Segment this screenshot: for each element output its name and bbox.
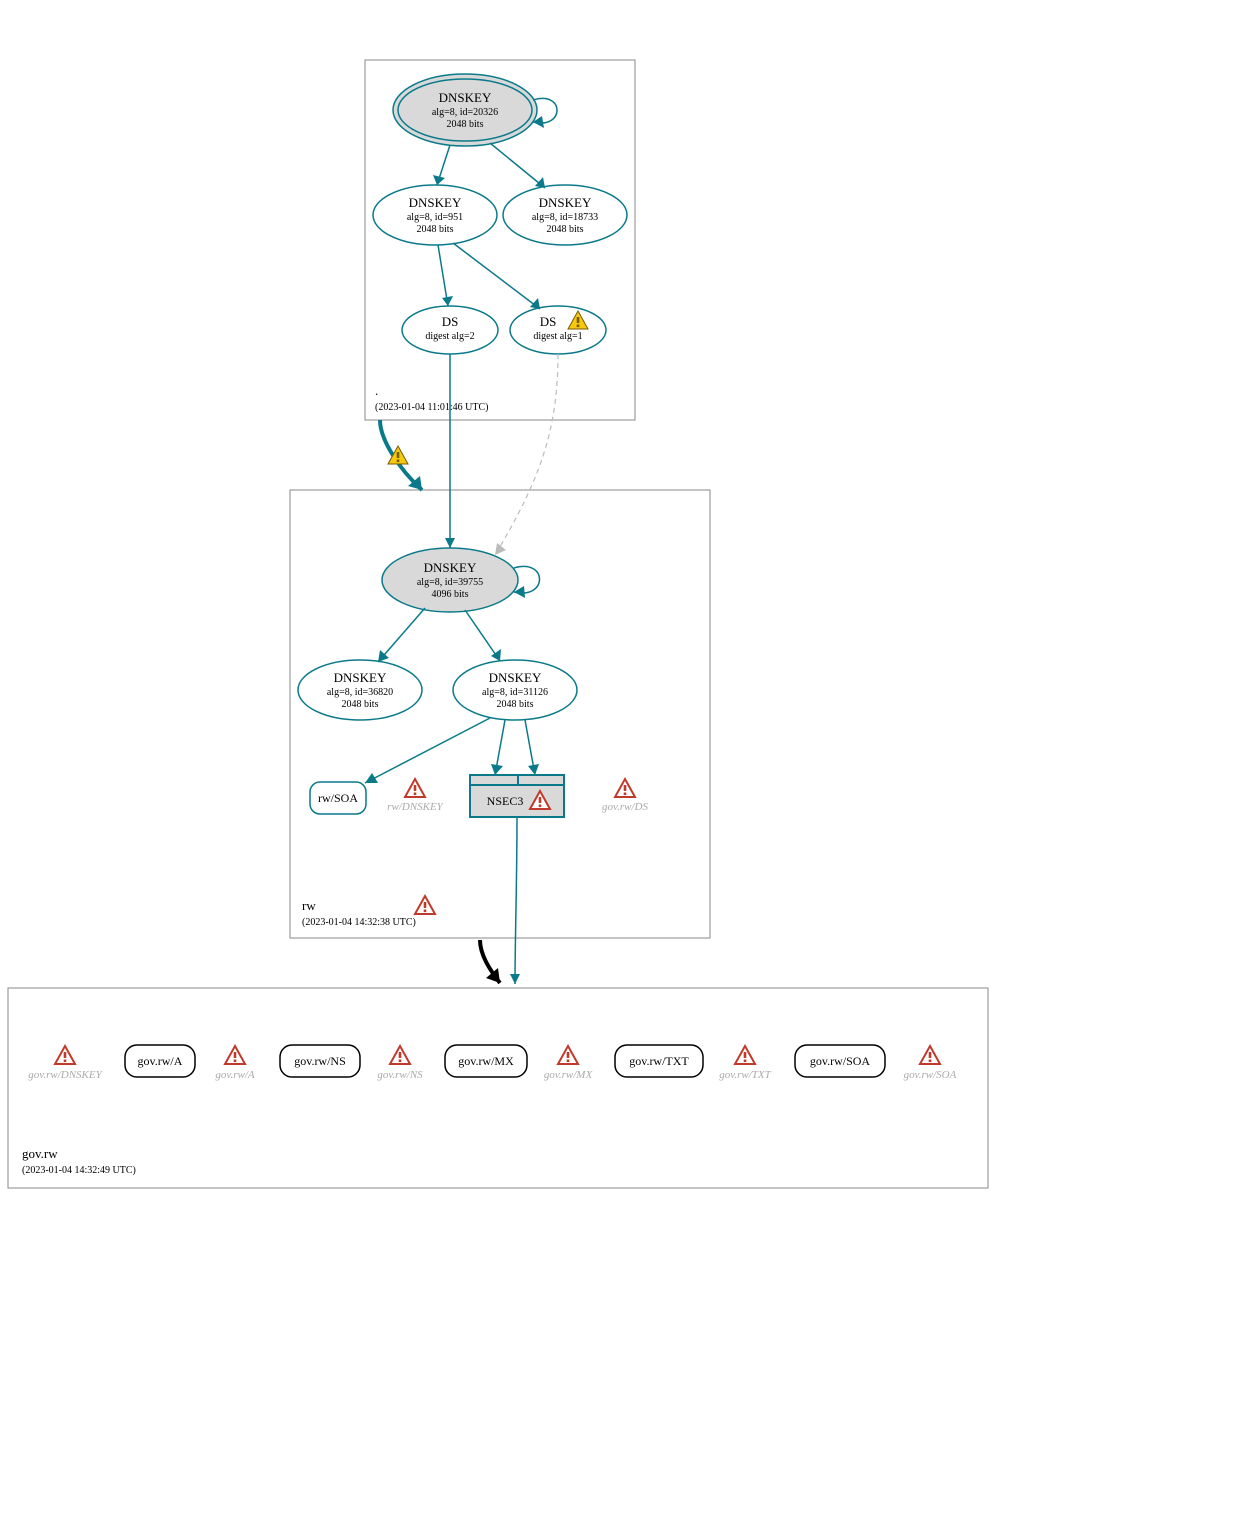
zone-root-timestamp: (2023-01-04 11:01:46 UTC) bbox=[375, 402, 489, 413]
rw-zskb-node: DNSKEY alg=8, id=31126 2048 bits bbox=[453, 660, 577, 720]
root-zsk2-node: DNSKEY alg=8, id=18733 2048 bits bbox=[503, 185, 627, 245]
zone-rw: rw (2023-01-04 14:32:38 UTC) DNSKEY alg=… bbox=[290, 490, 710, 938]
zone-root-label: . bbox=[375, 383, 378, 398]
svg-text:alg=8, id=951: alg=8, id=951 bbox=[407, 212, 463, 223]
zone-rw-timestamp: (2023-01-04 14:32:38 UTC) bbox=[302, 917, 416, 928]
svg-text:DNSKEY: DNSKEY bbox=[539, 195, 592, 210]
govrw-ghost-mx: gov.rw/MX bbox=[544, 1046, 594, 1081]
svg-text:gov.rw/DNSKEY: gov.rw/DNSKEY bbox=[28, 1069, 103, 1081]
rw-ksk-node: DNSKEY alg=8, id=39755 4096 bits bbox=[382, 548, 518, 612]
zone-govrw-timestamp: (2023-01-04 14:32:49 UTC) bbox=[22, 1165, 136, 1176]
svg-text:gov.rw/SOA: gov.rw/SOA bbox=[810, 1054, 871, 1068]
root-ds1-node: DS digest alg=2 bbox=[402, 306, 498, 354]
govrw-soa-node: gov.rw/SOA bbox=[795, 1045, 885, 1077]
govrw-ns-node: gov.rw/NS bbox=[280, 1045, 360, 1077]
root-ds2-node: DS digest alg=1 bbox=[510, 306, 606, 354]
govrw-txt-node: gov.rw/TXT bbox=[615, 1045, 703, 1077]
svg-text:alg=8, id=20326: alg=8, id=20326 bbox=[432, 107, 498, 118]
govrw-ghost-a: gov.rw/A bbox=[215, 1046, 254, 1081]
svg-text:DS: DS bbox=[540, 314, 557, 329]
root-zsk1-node: DNSKEY alg=8, id=951 2048 bits bbox=[373, 185, 497, 245]
svg-text:DS: DS bbox=[442, 314, 459, 329]
svg-text:gov.rw/SOA: gov.rw/SOA bbox=[904, 1069, 957, 1081]
govrw-ghost-txt: gov.rw/TXT bbox=[719, 1046, 771, 1081]
dnssec-diagram: . (2023-01-04 11:01:46 UTC) DNSKEY alg=8… bbox=[0, 0, 1256, 1520]
error-icon bbox=[920, 1046, 940, 1064]
error-icon bbox=[415, 896, 435, 914]
svg-text:2048 bits: 2048 bits bbox=[497, 699, 534, 710]
svg-text:2048 bits: 2048 bits bbox=[547, 224, 584, 235]
svg-text:2048 bits: 2048 bits bbox=[342, 699, 379, 710]
svg-text:gov.rw/MX: gov.rw/MX bbox=[458, 1054, 514, 1068]
svg-text:2048 bits: 2048 bits bbox=[447, 119, 484, 130]
svg-text:DNSKEY: DNSKEY bbox=[409, 195, 462, 210]
govrw-a-node: gov.rw/A bbox=[125, 1045, 195, 1077]
rw-soa-node: rw/SOA bbox=[310, 782, 366, 814]
govrw-ghost-soa: gov.rw/SOA bbox=[904, 1046, 957, 1081]
svg-text:gov.rw/NS: gov.rw/NS bbox=[377, 1069, 423, 1081]
govrw-mx-node: gov.rw/MX bbox=[445, 1045, 527, 1077]
svg-text:2048 bits: 2048 bits bbox=[417, 224, 454, 235]
rw-zska-node: DNSKEY alg=8, id=36820 2048 bits bbox=[298, 660, 422, 720]
govrw-ghost-ns: gov.rw/NS bbox=[377, 1046, 423, 1081]
svg-text:DNSKEY: DNSKEY bbox=[489, 670, 542, 685]
svg-text:gov.rw/TXT: gov.rw/TXT bbox=[629, 1054, 689, 1068]
svg-text:gov.rw/TXT: gov.rw/TXT bbox=[719, 1069, 771, 1081]
svg-text:rw/SOA: rw/SOA bbox=[318, 791, 358, 805]
svg-text:alg=8, id=39755: alg=8, id=39755 bbox=[417, 577, 483, 588]
rw-nsec3-node: NSEC3 bbox=[470, 775, 564, 817]
svg-text:4096 bits: 4096 bits bbox=[432, 589, 469, 600]
error-icon bbox=[615, 779, 635, 797]
svg-text:DNSKEY: DNSKEY bbox=[424, 560, 477, 575]
svg-text:gov.rw/DS: gov.rw/DS bbox=[602, 801, 648, 813]
error-icon bbox=[390, 1046, 410, 1064]
rw-ghost-govrw-ds: gov.rw/DS bbox=[602, 779, 648, 813]
zone-govrw: gov.rw (2023-01-04 14:32:49 UTC) gov.rw/… bbox=[8, 988, 988, 1188]
svg-text:gov.rw/MX: gov.rw/MX bbox=[544, 1069, 594, 1081]
svg-text:digest alg=2: digest alg=2 bbox=[425, 331, 474, 342]
root-ksk-node: DNSKEY alg=8, id=20326 2048 bits bbox=[393, 74, 537, 146]
svg-text:rw/DNSKEY: rw/DNSKEY bbox=[387, 801, 445, 813]
error-icon bbox=[225, 1046, 245, 1064]
error-icon bbox=[735, 1046, 755, 1064]
svg-text:alg=8, id=31126: alg=8, id=31126 bbox=[482, 687, 548, 698]
svg-text:gov.rw/A: gov.rw/A bbox=[215, 1069, 254, 1081]
svg-text:DNSKEY: DNSKEY bbox=[334, 670, 387, 685]
svg-text:DNSKEY: DNSKEY bbox=[439, 90, 492, 105]
svg-text:digest alg=1: digest alg=1 bbox=[533, 331, 582, 342]
error-icon bbox=[405, 779, 425, 797]
svg-text:gov.rw/A: gov.rw/A bbox=[138, 1054, 183, 1068]
error-icon bbox=[558, 1046, 578, 1064]
zone-govrw-label: gov.rw bbox=[22, 1146, 58, 1161]
svg-text:alg=8, id=18733: alg=8, id=18733 bbox=[532, 212, 598, 223]
svg-text:NSEC3: NSEC3 bbox=[487, 794, 524, 808]
svg-text:gov.rw/NS: gov.rw/NS bbox=[294, 1054, 346, 1068]
svg-text:alg=8, id=36820: alg=8, id=36820 bbox=[327, 687, 393, 698]
zone-root: . (2023-01-04 11:01:46 UTC) DNSKEY alg=8… bbox=[365, 60, 635, 420]
govrw-ghost-dnskey: gov.rw/DNSKEY bbox=[28, 1046, 103, 1081]
error-icon bbox=[55, 1046, 75, 1064]
rw-ghost-dnskey: rw/DNSKEY bbox=[387, 779, 445, 813]
zone-rw-label: rw bbox=[302, 898, 316, 913]
